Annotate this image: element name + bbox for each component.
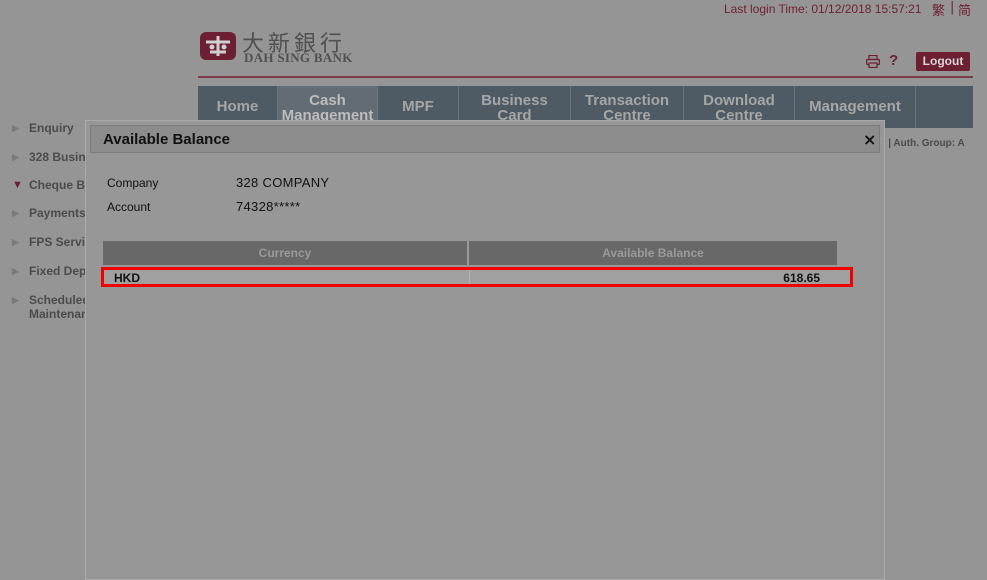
column-header-available-balance: Available Balance	[469, 241, 837, 265]
arrow-right-icon: ▶	[12, 237, 19, 247]
account-value: 74328*****	[236, 199, 301, 214]
arrow-right-icon: ▶	[12, 123, 19, 133]
header-divider	[198, 76, 973, 78]
help-icon[interactable]: ?	[889, 52, 898, 69]
printer-icon[interactable]	[866, 55, 880, 68]
logo-english-text: DAH SING BANK	[244, 50, 353, 65]
cell-available-balance: 618.65	[783, 271, 820, 285]
sidebar-item-label: Cheque B	[29, 178, 86, 192]
sidebar-item-cheque[interactable]: ▼ Cheque B	[12, 178, 85, 192]
tab-mpf-label: MPF	[402, 98, 434, 115]
sidebar-item-label: FPS Servi	[29, 235, 86, 249]
lang-traditional-link[interactable]: 繁	[932, 0, 945, 19]
cell-currency: HKD	[114, 271, 140, 285]
close-icon[interactable]: ×	[863, 130, 876, 149]
tab-transaction-centre-line1: Transaction	[584, 92, 670, 109]
sidebar-item-label: Fixed Dep	[29, 264, 87, 278]
tab-home-label: Home	[216, 98, 259, 115]
company-value: 328 COMPANY	[236, 175, 330, 190]
arrow-right-icon: ▶	[12, 152, 19, 162]
available-balance-dialog: Available Balance × Company 328 COMPANY …	[85, 120, 885, 580]
arrow-right-icon: ▶	[12, 208, 19, 218]
tab-cash-management-line1: Cash	[309, 92, 346, 109]
sidebar-item-label: 328 Busin	[29, 150, 86, 164]
column-header-currency: Currency	[103, 241, 468, 265]
arrow-right-icon: ▶	[12, 295, 19, 305]
user-auth-group-text: er | Auth. Group: A	[876, 138, 965, 149]
sidebar-item-label: Enquiry	[29, 121, 74, 135]
cell-divider	[469, 270, 470, 284]
arrow-down-icon: ▼	[12, 179, 23, 191]
sidebar-item-label-line2: Maintenan	[29, 307, 89, 321]
logout-button[interactable]: Logout	[916, 52, 970, 71]
tab-business-card-line1: Business	[481, 92, 548, 109]
tab-management-label: Management	[809, 98, 901, 115]
lang-simplified-link[interactable]: 简	[958, 0, 971, 19]
sidebar-item-enquiry[interactable]: ▶ Enquiry	[12, 121, 74, 135]
sidebar-item-fixed-deposit[interactable]: ▶ Fixed Dep	[12, 264, 86, 278]
sidebar-item-payments[interactable]: ▶ Payments	[12, 206, 86, 220]
tab-download-centre-line1: Download	[703, 92, 775, 109]
logo-mark-icon	[200, 32, 236, 60]
bank-logo: 大新銀行 DAH SING BANK	[198, 28, 358, 68]
sidebar-item-fps-services[interactable]: ▶ FPS Servi	[12, 235, 85, 249]
last-login-time: Last login Time: 01/12/2018 15:57:21	[724, 2, 922, 16]
dialog-header: Available Balance ×	[90, 125, 880, 153]
account-label: Account	[107, 200, 151, 214]
sidebar-item-label: Payments	[29, 206, 86, 220]
dialog-title: Available Balance	[103, 131, 231, 148]
sidebar-item-label: Scheduled	[29, 293, 90, 307]
sidebar-item-scheduled-maintenance[interactable]: ▶ Scheduled Maintenan	[12, 293, 90, 321]
arrow-right-icon: ▶	[12, 266, 19, 276]
company-label: Company	[107, 176, 159, 190]
table-row[interactable]: HKD 618.65	[101, 267, 853, 287]
lang-separator: |	[950, 0, 955, 15]
sidebar-item-328-business[interactable]: ▶ 328 Busin	[12, 150, 86, 164]
